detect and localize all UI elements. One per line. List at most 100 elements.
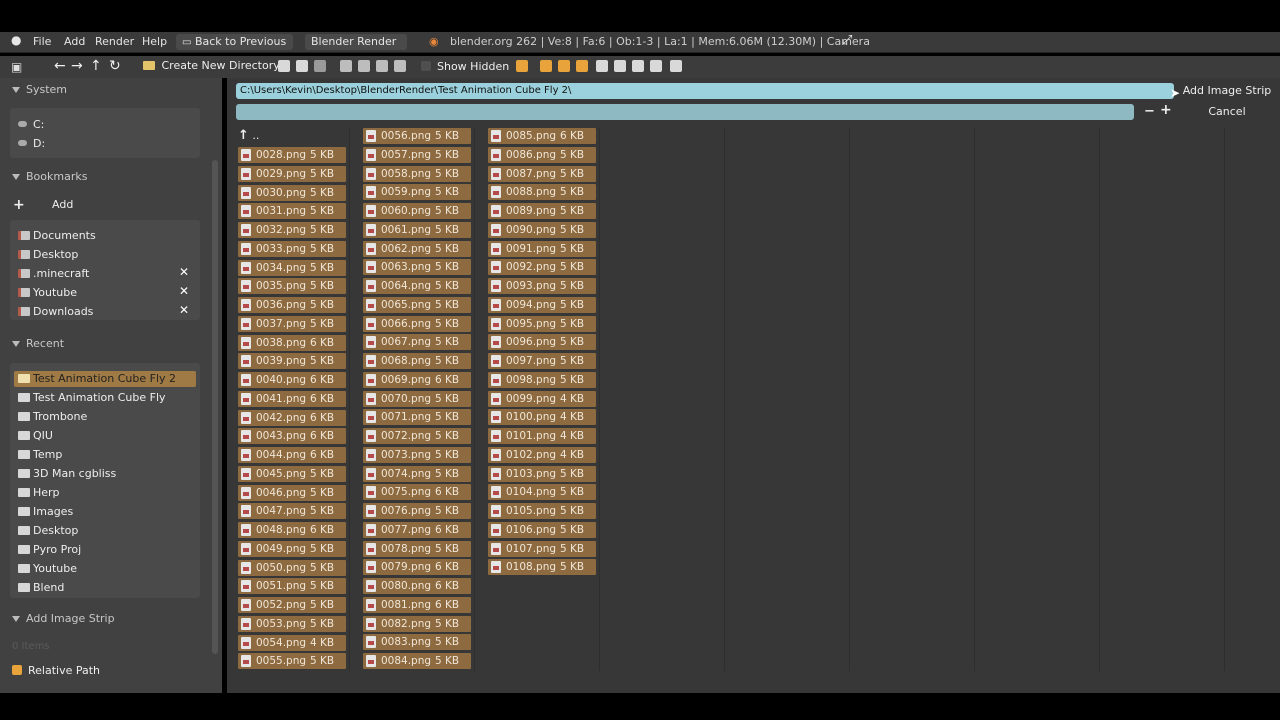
file-item[interactable]: 0089.png 5 KB (488, 203, 596, 219)
menu-file[interactable]: File (33, 35, 51, 48)
file-item[interactable]: 0028.png 5 KB (238, 147, 346, 163)
remove-bookmark-icon[interactable]: ✕ (179, 284, 189, 298)
show-hidden-checkbox[interactable] (421, 61, 431, 71)
file-item[interactable]: 0053.png 5 KB (238, 616, 346, 632)
increment-filename-icon[interactable]: + (1160, 102, 1172, 118)
render-engine-select[interactable]: Blender Render (305, 34, 407, 50)
file-item[interactable]: 0080.png 6 KB (363, 578, 471, 594)
file-item[interactable]: 0037.png 5 KB (238, 316, 346, 332)
file-item[interactable]: 0083.png 5 KB (363, 634, 471, 650)
file-item[interactable]: 0104.png 5 KB (488, 484, 596, 500)
file-item[interactable]: 0094.png 5 KB (488, 297, 596, 313)
file-item[interactable]: 0046.png 5 KB (238, 485, 346, 501)
file-item[interactable]: 0070.png 5 KB (363, 391, 471, 407)
file-item[interactable]: 0076.png 5 KB (363, 503, 471, 519)
file-item[interactable]: 0090.png 5 KB (488, 222, 596, 238)
file-item[interactable]: 0073.png 5 KB (363, 447, 471, 463)
file-item[interactable]: 0050.png 5 KB (238, 560, 346, 576)
recent-item[interactable]: Herp (18, 485, 60, 501)
file-item[interactable]: 0108.png 5 KB (488, 559, 596, 575)
filter-scripts-icon[interactable] (614, 60, 626, 72)
bookmark-item[interactable]: Documents (18, 228, 96, 244)
file-browser-editor-icon[interactable]: ▣ (11, 60, 22, 74)
file-item[interactable]: 0068.png 5 KB (363, 353, 471, 369)
file-item[interactable]: 0034.png 5 KB (238, 260, 346, 276)
file-item[interactable]: 0081.png 6 KB (363, 597, 471, 613)
file-item[interactable]: 0057.png 5 KB (363, 147, 471, 163)
file-item[interactable]: 0082.png 5 KB (363, 616, 471, 632)
file-item[interactable]: 0077.png 6 KB (363, 522, 471, 538)
file-item[interactable]: 0038.png 6 KB (238, 335, 346, 351)
file-item[interactable]: 0061.png 5 KB (363, 222, 471, 238)
add-bookmark-button[interactable]: Add (52, 197, 73, 213)
filter-folders-icon[interactable] (540, 60, 552, 72)
file-item[interactable]: 0058.png 5 KB (363, 166, 471, 182)
file-item[interactable]: 0064.png 5 KB (363, 278, 471, 294)
menu-help[interactable]: Help (142, 35, 167, 48)
file-item[interactable]: 0031.png 5 KB (238, 203, 346, 219)
file-item[interactable]: 0067.png 5 KB (363, 334, 471, 350)
file-item[interactable]: 0060.png 5 KB (363, 203, 471, 219)
file-item[interactable]: 0072.png 5 KB (363, 428, 471, 444)
file-item[interactable]: 0042.png 6 KB (238, 410, 346, 426)
file-item[interactable]: 0043.png 6 KB (238, 428, 346, 444)
bookmark-item[interactable]: Youtube (18, 285, 77, 301)
file-item[interactable]: 0085.png 6 KB (488, 128, 596, 144)
editor-type-icon[interactable]: ● (11, 33, 21, 47)
file-item[interactable]: 0065.png 5 KB (363, 297, 471, 313)
filter-movies-icon[interactable] (596, 60, 608, 72)
file-item[interactable]: 0069.png 6 KB (363, 372, 471, 388)
recent-item[interactable]: Desktop (18, 523, 78, 539)
filter-text-icon[interactable] (670, 60, 682, 72)
bookmark-item[interactable]: .minecraft (18, 266, 89, 282)
file-item[interactable]: 0075.png 6 KB (363, 484, 471, 500)
recent-item[interactable]: 3D Man cgbliss (18, 466, 116, 482)
cancel-button[interactable]: Cancel (1180, 103, 1274, 121)
parent-directory-item[interactable]: ↑ .. (238, 128, 346, 144)
file-item[interactable]: 0056.png 5 KB (363, 128, 471, 144)
file-item[interactable]: 0095.png 5 KB (488, 316, 596, 332)
file-item[interactable]: 0062.png 5 KB (363, 241, 471, 257)
file-item[interactable]: 0033.png 5 KB (238, 241, 346, 257)
file-item[interactable]: 0032.png 5 KB (238, 222, 346, 238)
file-item[interactable]: 0074.png 5 KB (363, 466, 471, 482)
file-item[interactable]: 0106.png 5 KB (488, 522, 596, 538)
file-item[interactable]: 0051.png 5 KB (238, 578, 346, 594)
back-to-previous-button[interactable]: ▭ Back to Previous (176, 34, 293, 50)
file-item[interactable]: 0045.png 5 KB (238, 466, 346, 482)
sort-alpha-icon[interactable] (340, 60, 352, 72)
file-item[interactable]: 0098.png 5 KB (488, 372, 596, 388)
filter-sounds-icon[interactable] (650, 60, 662, 72)
file-item[interactable]: 0048.png 6 KB (238, 522, 346, 538)
short-list-view-icon[interactable] (278, 60, 290, 72)
back-arrow-icon[interactable]: ← (54, 58, 66, 74)
menu-render[interactable]: Render (95, 35, 134, 48)
file-item[interactable]: 0086.png 5 KB (488, 147, 596, 163)
system-panel-header[interactable]: System (12, 83, 67, 96)
recent-item[interactable]: Test Animation Cube Fly 2 (18, 371, 176, 387)
menu-add[interactable]: Add (64, 35, 85, 48)
file-item[interactable]: 0029.png 5 KB (238, 166, 346, 182)
file-item[interactable]: 0040.png 6 KB (238, 372, 346, 388)
file-item[interactable]: 0100.png 4 KB (488, 409, 596, 425)
fullscreen-icon[interactable]: ⤢ (842, 33, 852, 48)
recent-item[interactable]: Blend (18, 580, 64, 596)
file-item[interactable]: 0079.png 6 KB (363, 559, 471, 575)
recent-panel-header[interactable]: Recent (12, 337, 64, 350)
file-item[interactable]: 0052.png 5 KB (238, 597, 346, 613)
file-item[interactable]: 0084.png 5 KB (363, 653, 471, 669)
file-item[interactable]: 0039.png 5 KB (238, 353, 346, 369)
add-image-strip-button[interactable]: Add Image Strip (1180, 82, 1274, 100)
create-new-directory-button[interactable]: Create New Directory (143, 59, 280, 72)
recent-item[interactable]: QIU (18, 428, 53, 444)
sort-time-icon[interactable] (376, 60, 388, 72)
parent-directory-icon[interactable]: ↑ (90, 58, 102, 74)
directory-path-field[interactable]: C:\Users\Kevin\Desktop\BlenderRender\Tes… (236, 83, 1174, 99)
recent-item[interactable]: Test Animation Cube Fly (18, 390, 166, 406)
sort-size-icon[interactable] (394, 60, 406, 72)
recent-item[interactable]: Images (18, 504, 73, 520)
remove-bookmark-icon[interactable]: ✕ (179, 265, 189, 279)
sidebar-scrollbar[interactable] (212, 160, 218, 654)
file-item[interactable]: 0055.png 5 KB (238, 653, 346, 669)
show-hidden-toggle[interactable]: Show Hidden (421, 60, 509, 73)
